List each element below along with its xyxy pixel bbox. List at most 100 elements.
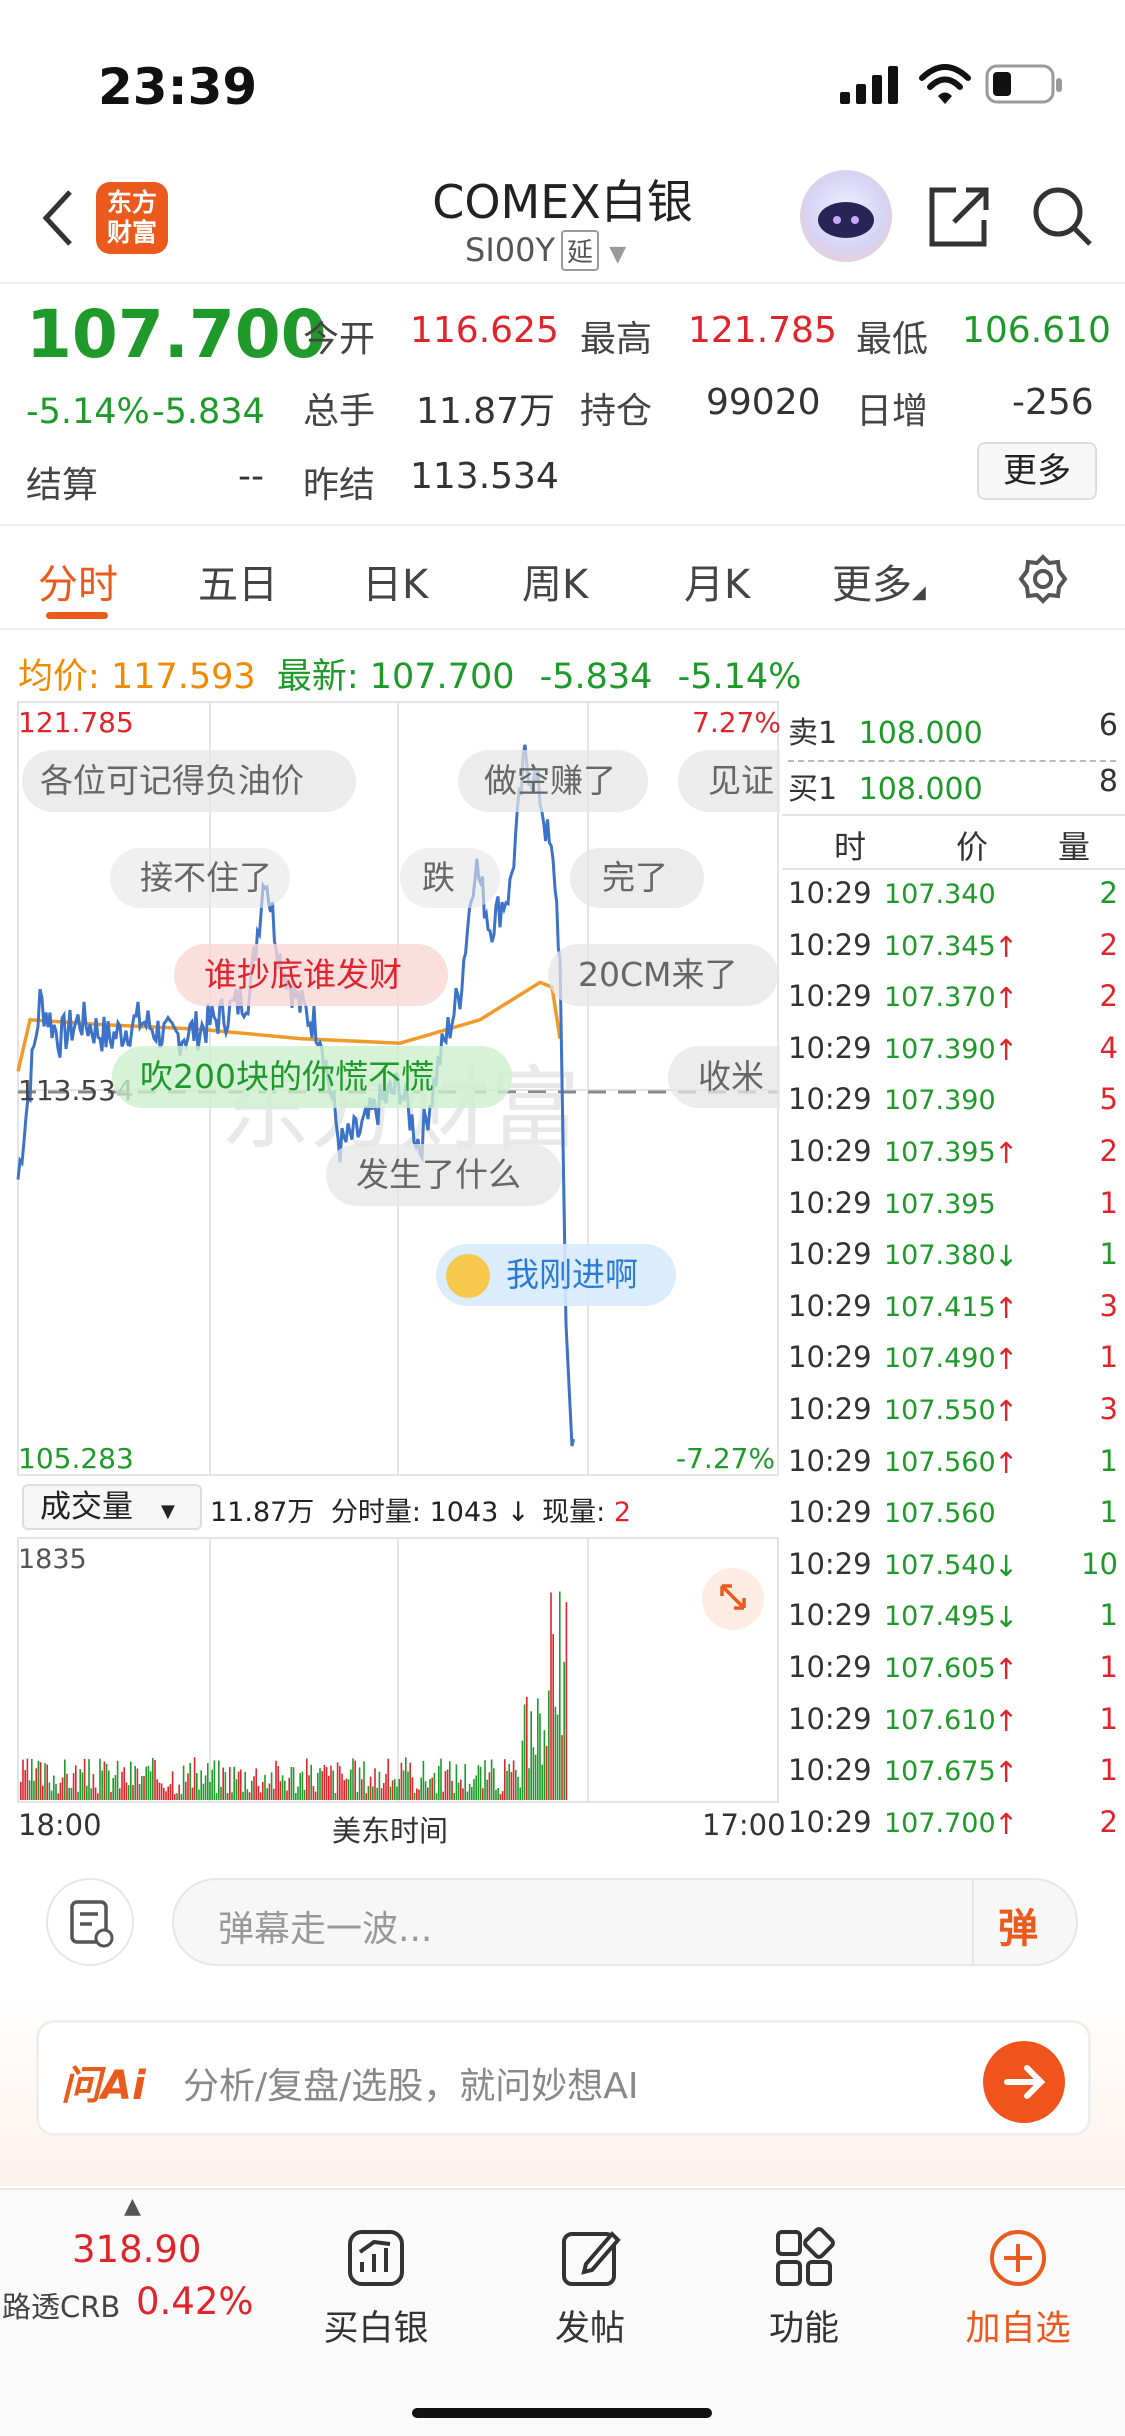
indicator-select[interactable]: 成交量 ▼ [22,1484,202,1530]
volume-bar [176,1793,178,1800]
volume-bar [493,1768,495,1800]
buy-silver-button[interactable]: 买白银 [296,2226,456,2351]
volume-bar [457,1782,460,1800]
tab-five-day[interactable]: 五日 [198,552,278,610]
instrument-code[interactable]: SI00Y 延 ▼ [465,230,626,271]
volume-bar [220,1786,222,1800]
trade-time: 10:29 [788,1185,872,1220]
trade-price: 107.370 [884,982,996,1014]
trade-arrow: ↑ [994,1342,1019,1377]
volume-bar [174,1794,176,1800]
volume-bar [235,1779,238,1800]
volume-bar [24,1769,26,1800]
trade-qty: 3 [1099,1392,1118,1426]
volume-bar [266,1788,268,1800]
ai-search-bar[interactable]: 问Ai 分析/复盘/选股，就问妙想AI [36,2020,1091,2136]
search-icon[interactable] [1030,184,1094,248]
trade-qty: 1 [1099,1340,1118,1375]
index-name: 路透CRB [2,2290,121,2324]
volume-bar [31,1759,33,1800]
trade-price: 107.395 [884,1137,996,1168]
volume-bar [323,1765,326,1800]
volume-bar [407,1771,409,1800]
volume-bar [418,1789,420,1800]
trade-arrow: ↑ [994,981,1019,1016]
inc-label: 日增 [856,391,929,432]
notes-icon[interactable] [46,1878,134,1966]
volume-bar [244,1771,246,1800]
volume-bar [405,1757,407,1800]
volume-bar [374,1768,376,1800]
volume-bar [110,1791,112,1800]
trade-time: 10:29 [788,1134,872,1168]
volume-bar [501,1791,504,1800]
trade-qty: 1 [1099,1650,1118,1684]
trade-time: 10:29 [788,1598,872,1633]
trade-price: 107.490 [884,1343,996,1375]
wifi-icon [919,64,971,104]
volume-bar [290,1767,293,1800]
index-value: 318.90 [72,2228,202,2271]
expand-icon[interactable] [702,1568,764,1630]
trade-arrow: ↑ [994,1703,1019,1738]
volume-bar [473,1779,475,1800]
index-ticker[interactable]: ▲ 318.90 路透CRB 0.42% [0,2190,270,2350]
delay-badge: 延 [561,230,600,271]
more-button[interactable]: 更多 [977,442,1097,500]
volume-bar [369,1776,372,1800]
volume-bar [196,1773,198,1800]
trade-time: 10:29 [788,876,872,910]
volume-bar [328,1775,330,1800]
danmaku-bubble: 见证 [678,750,780,812]
volume-bar [42,1785,44,1800]
tab-daily-k[interactable]: 日K [362,552,428,610]
volume-bar [202,1783,205,1800]
tab-monthly-k[interactable]: 月K [684,552,750,610]
volume-bar [178,1784,180,1800]
volume-bar [515,1770,517,1800]
share-icon[interactable] [926,182,990,250]
volume-bar [460,1779,462,1800]
volume-bar [468,1783,471,1800]
danmaku-toggle-button[interactable]: 弹 [998,1896,1038,1954]
functions-button[interactable]: 功能 [724,2226,884,2351]
volume-bar [341,1773,343,1800]
arrow-right-icon[interactable] [983,2041,1065,2123]
quote-panel: 107.700 -5.14% -5.834 结算 -- 今开 116.625 最… [0,286,1125,526]
volume-bar [510,1772,513,1800]
volume-bar [286,1790,288,1800]
trade-row: 10:29 107.540 ↓ 10 [788,1547,1118,1599]
settings-icon[interactable] [1018,554,1068,604]
low-label: 最低 [856,319,929,360]
trade-row: 10:29 107.675 ↑ 1 [788,1753,1118,1805]
volume-bar [435,1793,438,1800]
post-button[interactable]: 发帖 [510,2226,670,2351]
volume-bar [61,1777,64,1800]
ai-assistant-avatar[interactable] [800,170,892,262]
tab-intraday[interactable]: 分时 [38,552,118,610]
trade-row: 10:29 107.380 ↓ 1 [788,1237,1118,1289]
volume-bar [530,1711,532,1800]
add-watchlist-button[interactable]: 加自选 [938,2226,1098,2351]
volume-bar [185,1781,187,1800]
tab-more[interactable]: 更多◢ [832,552,926,610]
volume-bar [354,1760,356,1800]
volume-bar [198,1789,200,1800]
chevron-down-icon: ▼ [609,242,627,267]
danmaku-input[interactable]: 弹幕走一波... 弹 [172,1878,1078,1966]
volume-bar [550,1592,552,1800]
volume-bar [504,1759,506,1800]
volume-bar [81,1772,84,1800]
volume-bar [383,1783,385,1800]
index-pct: 0.42% [136,2280,254,2323]
volume-bar [380,1788,383,1800]
volume-bar [156,1779,158,1800]
volume-bar [495,1789,497,1800]
trade-price: 107.550 [884,1395,996,1426]
intraday-chart[interactable]: 东方财富 121.785 7.27% 113.534 105.283 -7.27… [0,700,786,1850]
tab-weekly-k[interactable]: 周K [522,552,588,610]
volume-bar [539,1713,541,1800]
volume-bar [141,1776,143,1800]
volume-bar [163,1787,165,1800]
volume-bar [50,1790,53,1800]
